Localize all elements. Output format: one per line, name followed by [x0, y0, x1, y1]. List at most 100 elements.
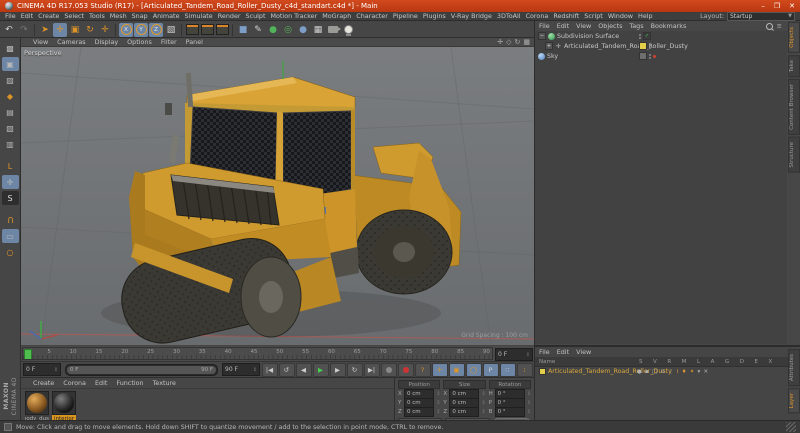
layer-toggle-solo[interactable]: ●	[637, 369, 642, 375]
tweak-mode-icon[interactable]: ▥	[2, 137, 19, 151]
menu-vray-bridge[interactable]: V-Ray Bridge	[451, 12, 492, 20]
z-axis-lock-icon[interactable]: Z	[149, 23, 163, 37]
play-backwards-button[interactable]: ↺	[279, 363, 295, 377]
goto-end-button[interactable]: ▶|	[364, 363, 380, 377]
render-settings-icon[interactable]	[215, 23, 229, 37]
menu-snap[interactable]: Snap	[132, 12, 148, 20]
layer-toggle-lock[interactable]: ⋮	[668, 369, 674, 375]
om-menu-edit[interactable]: Edit	[557, 22, 569, 30]
key-pla-toggle[interactable]: ∷	[500, 363, 516, 377]
scale-tool-icon[interactable]: ▣	[68, 23, 82, 37]
polygon-mode-icon[interactable]: ▧	[2, 121, 19, 135]
tab-take[interactable]: Take	[788, 55, 800, 77]
stepper-icon[interactable]: ↕	[436, 409, 440, 415]
undo-icon[interactable]: ↶	[2, 23, 16, 37]
menu-pipeline[interactable]: Pipeline	[393, 12, 418, 20]
material-menu-function[interactable]: Function	[116, 379, 143, 387]
key-parameter-toggle[interactable]: P	[483, 363, 499, 377]
stepper-icon[interactable]: ↕	[527, 400, 531, 406]
x-axis-lock-icon[interactable]: X	[119, 23, 133, 37]
lm-menu-view[interactable]: View	[576, 348, 591, 356]
layer-toggle-generators[interactable]: ♦	[682, 369, 687, 375]
layer-row[interactable]: Articulated_Tandem_Road_Roller_Dusty ● ▪…	[535, 367, 800, 376]
menu-script[interactable]: Script	[584, 12, 603, 20]
size-header[interactable]: Size	[443, 380, 485, 389]
object-row-subdivision-surface[interactable]: − Subdivision Surface ✓	[535, 31, 787, 41]
layer-toggle-animation[interactable]: Ⅰ	[677, 369, 679, 375]
environment-icon[interactable]: ●	[296, 23, 310, 37]
material-menu-create[interactable]: Create	[33, 379, 54, 387]
coordinate-system-icon[interactable]: ▧	[164, 23, 178, 37]
timeline-track[interactable]: 05 1015 2025 3035 4045 5055 6065 7075 80…	[22, 347, 493, 360]
menu-redshift[interactable]: Redshift	[553, 12, 579, 20]
material-menu-corona[interactable]: Corona	[63, 379, 86, 387]
cycle-button[interactable]: ↻	[347, 363, 363, 377]
menu-motion-tracker[interactable]: Motion Tracker	[270, 12, 317, 20]
material-menu-edit[interactable]: Edit	[95, 379, 107, 387]
material-item[interactable]: body_dust	[25, 391, 49, 423]
expander-icon[interactable]: −	[538, 32, 546, 40]
menu-window[interactable]: Window	[608, 12, 633, 20]
menu-plugins[interactable]: Plugins	[423, 12, 446, 20]
material-menu-texture[interactable]: Texture	[153, 379, 176, 387]
keying-options-icon[interactable]: ⁝	[517, 363, 533, 377]
render-view-icon[interactable]	[185, 23, 199, 37]
menu-sculpt[interactable]: Sculpt	[246, 12, 266, 20]
key-rotation-toggle[interactable]: ◯	[466, 363, 482, 377]
y-axis-lock-icon[interactable]: Y	[134, 23, 148, 37]
move-tool-icon[interactable]: ✛	[53, 23, 67, 37]
filter-icon[interactable]: ≡	[777, 22, 782, 30]
compositing-tag-icon[interactable]	[653, 55, 656, 58]
viewport-solo-icon[interactable]: S	[2, 191, 19, 205]
viewport-menu-filter[interactable]: Filter	[161, 38, 177, 46]
camera-icon[interactable]	[326, 23, 340, 37]
layer-color-tag[interactable]	[639, 42, 647, 50]
close-button[interactable]: ✕	[789, 2, 795, 10]
om-menu-bookmarks[interactable]: Bookmarks	[651, 22, 687, 30]
menu-edit[interactable]: Edit	[21, 12, 33, 20]
tab-structure[interactable]: Structure	[788, 137, 800, 173]
layer-toggle-deformers[interactable]: ✦	[690, 369, 695, 375]
tab-layer[interactable]: Layer	[788, 388, 800, 413]
autokeying-button[interactable]	[398, 363, 414, 377]
stepper-icon[interactable]: ↕	[526, 352, 530, 358]
live-selection-icon[interactable]: ➤	[38, 23, 52, 37]
model-mode-icon[interactable]: ▣	[2, 57, 19, 71]
redo-icon[interactable]: ↷	[17, 23, 31, 37]
preview-range-slider[interactable]: 0 F 90 F	[65, 364, 218, 376]
light-icon[interactable]	[341, 23, 355, 37]
axis-mode-icon[interactable]: L	[2, 159, 19, 173]
layer-toggle-manager[interactable]: ⊙	[660, 369, 665, 375]
stepper-icon[interactable]: ↕	[436, 400, 440, 406]
expander-icon[interactable]: +	[545, 42, 553, 50]
goto-start-button[interactable]: |◀	[262, 363, 278, 377]
view-zoom-icon[interactable]: ◇	[506, 38, 511, 46]
menu-tools[interactable]: Tools	[89, 12, 105, 20]
viewport-view-label[interactable]: Perspective	[24, 49, 62, 57]
minimize-button[interactable]: –	[761, 2, 765, 10]
menu-3dtoall[interactable]: 3DToAll	[497, 12, 521, 20]
visibility-dots[interactable]	[649, 44, 651, 49]
current-frame-field[interactable]: 0 F ↕	[495, 348, 533, 361]
stepper-icon[interactable]: ↕	[481, 400, 485, 406]
deformer-icon[interactable]: ◎	[281, 23, 295, 37]
spline-pen-icon[interactable]: ✎	[251, 23, 265, 37]
stepper-icon[interactable]: ↕	[481, 391, 485, 397]
subdivision-surface-icon[interactable]: ●	[266, 23, 280, 37]
material-item[interactable]: interior	[52, 391, 76, 423]
om-menu-tags[interactable]: Tags	[629, 22, 643, 30]
menu-corona[interactable]: Corona	[526, 12, 549, 20]
key-position-toggle[interactable]: ✛	[432, 363, 448, 377]
object-name[interactable]: Articulated_Tandem_Road_Roller_Dusty	[564, 43, 688, 50]
status-checkbox[interactable]	[4, 423, 12, 431]
range-end-field[interactable]: 90 F ↕	[222, 363, 260, 376]
menu-help[interactable]: Help	[638, 12, 653, 20]
search-icon[interactable]	[766, 23, 773, 30]
viewport-menu-cameras[interactable]: Cameras	[57, 38, 85, 46]
layer-toggle-view[interactable]: ▪	[645, 369, 649, 375]
menu-file[interactable]: File	[5, 12, 16, 20]
position-header[interactable]: Position	[398, 380, 440, 389]
menu-mograph[interactable]: MoGraph	[322, 12, 351, 20]
object-name[interactable]: Sky	[547, 53, 558, 60]
lm-menu-file[interactable]: File	[539, 348, 550, 356]
